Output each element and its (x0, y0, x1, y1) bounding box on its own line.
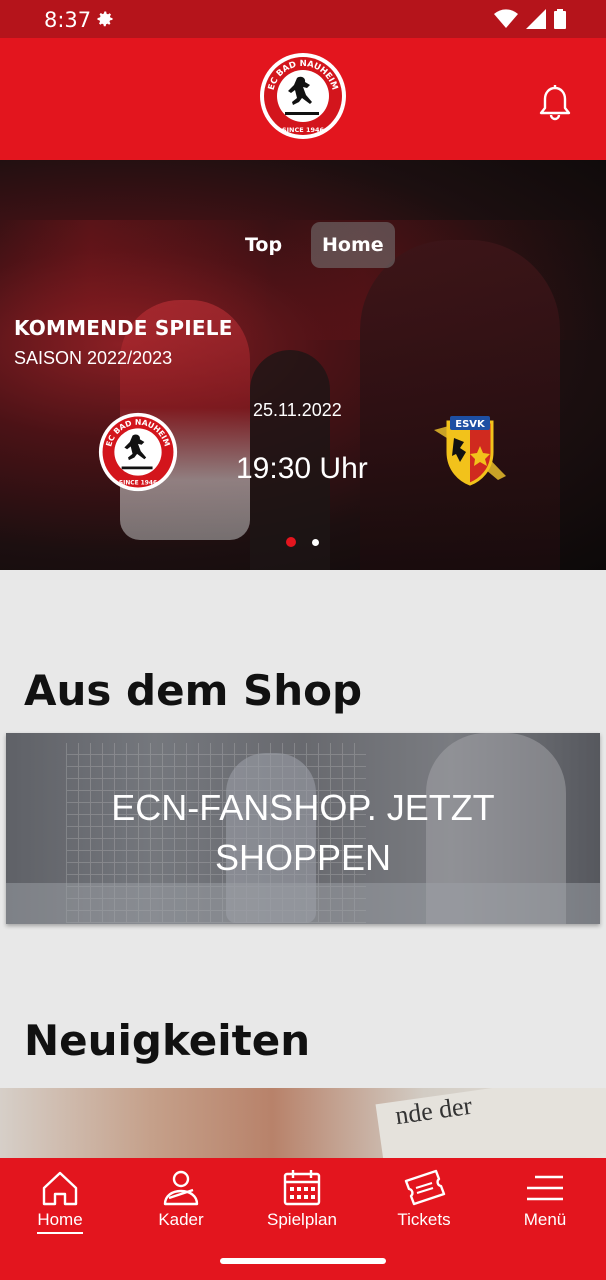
hero-player-silhouette (360, 240, 560, 570)
signal-icon (526, 9, 546, 29)
home-icon (42, 1171, 78, 1206)
ticket-icon (404, 1169, 446, 1206)
nav-tickets-label: Tickets (397, 1210, 451, 1229)
game-date: 25.11.2022 (253, 400, 342, 420)
fanshop-banner-line1: ECN-FANSHOP. JETZT (111, 787, 495, 828)
game-time: 19:30 Uhr (236, 452, 368, 485)
calendar-icon (283, 1170, 321, 1206)
menu-icon (527, 1175, 563, 1201)
team-icon (163, 1170, 199, 1206)
upcoming-games-title: KOMMENDE SPIELE (14, 316, 233, 340)
bell-icon[interactable] (538, 84, 572, 122)
fanshop-banner-line2: SHOPPEN (214, 837, 392, 878)
away-team-name: ESVK (455, 419, 486, 430)
nav-menu-label: Menü (523, 1210, 567, 1229)
status-time: 8:37 (44, 8, 92, 32)
nav-home[interactable]: Home (0, 1168, 120, 1234)
news-item-image[interactable]: nde der (0, 1088, 606, 1168)
nav-tickets[interactable]: Tickets (364, 1168, 484, 1230)
news-section-title: Neuigkeiten (24, 1016, 311, 1065)
svg-text:SINCE 1946: SINCE 1946 (282, 126, 325, 134)
carousel-dot-active[interactable] (286, 537, 296, 547)
shop-section-title: Aus dem Shop (24, 666, 363, 715)
wifi-icon (494, 9, 518, 28)
system-icons (494, 9, 566, 29)
club-logo[interactable]: EC BAD NAUHEIM SINCE 1946 (259, 52, 347, 140)
carousel-indicator[interactable] (286, 537, 319, 547)
nav-menu[interactable]: Menü (485, 1168, 605, 1230)
gear-icon (97, 11, 113, 27)
nav-spielplan-label: Spielplan (267, 1210, 337, 1229)
nav-home-label: Home (37, 1210, 83, 1234)
hero-carousel[interactable]: Top Home KOMMENDE SPIELE SAISON 2022/202… (0, 160, 606, 570)
status-bar: 8:37 (0, 0, 606, 38)
gesture-home-indicator[interactable] (220, 1258, 386, 1264)
battery-icon (554, 9, 566, 29)
fanshop-banner[interactable]: ECN-FANSHOP. JETZT SHOPPEN (6, 733, 600, 924)
carousel-dot[interactable] (312, 538, 319, 546)
toggle-top[interactable]: Top (234, 222, 293, 268)
fanshop-banner-text[interactable]: ECN-FANSHOP. JETZT SHOPPEN (6, 783, 600, 883)
nav-kader[interactable]: Kader (121, 1168, 241, 1230)
nav-spielplan[interactable]: Spielplan (242, 1168, 362, 1230)
season-label: SAISON 2022/2023 (14, 348, 173, 368)
nav-kader-label: Kader (158, 1210, 204, 1229)
toggle-home[interactable]: Home (311, 222, 395, 268)
home-team-logo: EC BAD NAUHEIM SINCE 1946 (98, 412, 178, 492)
away-team-logo: ESVK (434, 416, 506, 486)
svg-text:SINCE 1946: SINCE 1946 (119, 481, 157, 487)
